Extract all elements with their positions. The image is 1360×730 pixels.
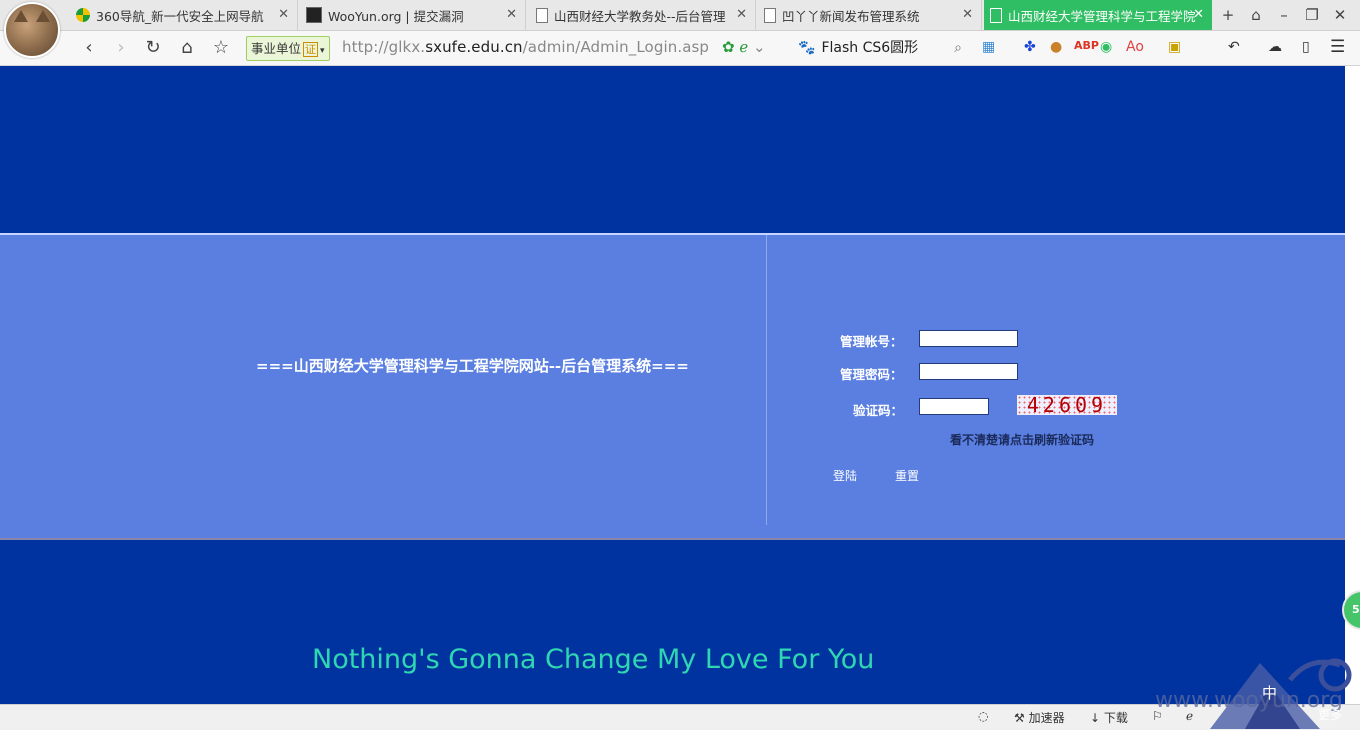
reload-icon[interactable]: ↻ [140,35,166,61]
compat-mode-icon[interactable]: ✿ ℯ ⌄ [722,38,766,56]
close-icon[interactable]: ✕ [962,7,973,22]
360-icon [76,8,90,22]
account-label: 管理帐号： [840,334,903,349]
url-host: sxufe.edu.cn [425,38,523,56]
reset-button[interactable]: 重置 [895,467,919,484]
tab-label: WooYun.org | 提交漏洞 [328,8,464,24]
captcha-label: 验证码： [853,403,904,418]
screenshot-icon[interactable]: ▣ [1168,39,1181,55]
apps-grid-icon[interactable]: ▦ [982,39,995,55]
login-band: ===山西财经大学管理科学与工程学院网站--后台管理系统=== 管理帐号： 管理… [0,233,1345,540]
forward-icon[interactable]: › [108,35,134,61]
close-window-icon[interactable]: ✕ [1326,6,1354,24]
download-label: 下载 [1103,711,1128,725]
badge-label: 事业单位 [251,41,302,56]
close-icon[interactable]: ✕ [1193,7,1204,22]
cookie-icon[interactable]: ● [1050,39,1062,55]
more-button[interactable]: 更多 [1318,706,1342,723]
document-icon [764,7,776,23]
menu-icon[interactable]: ☰ [1330,37,1345,57]
login-button[interactable]: 登陆 [833,467,857,484]
tab-label: 山西财经大学教务处--后台管理 [554,8,726,24]
document-icon [990,7,1002,23]
close-icon[interactable]: ✕ [736,7,747,22]
window-controls: + ⌂ – ❐ ✕ [1214,0,1354,30]
tab-360[interactable]: 360导航_新一代安全上网导航 ✕ [70,0,298,30]
wifi-icon[interactable]: ◉ [1100,39,1112,55]
new-tab-button[interactable]: + [1214,6,1242,24]
search-input[interactable]: 🐾 Flash CS6圆形 ⌕ [798,36,968,60]
vertical-divider [766,235,767,525]
baidu-paw-icon: 🐾 [798,40,816,56]
address-input[interactable]: http://glkx.sxufe.edu.cn/admin/Admin_Log… [342,38,709,56]
tab-wooyun[interactable]: WooYun.org | 提交漏洞 ✕ [300,0,526,30]
tab-news[interactable]: 凹丫丫新闻发布管理系统 ✕ [758,0,982,30]
password-input[interactable] [919,363,1018,380]
login-page: ===山西财经大学管理科学与工程学院网站--后台管理系统=== 管理帐号： 管理… [0,66,1345,704]
watermark-text: www.wooyun.org [1155,688,1343,713]
cert-mark: 证 [303,42,319,57]
url-prefix: http://glkx. [342,38,426,56]
search-icon[interactable]: ⌕ [954,36,962,60]
site-cert-badge[interactable]: 事业单位证 ▾ [246,36,330,61]
baidu-icon[interactable]: ✤ [1024,39,1036,55]
tab-jiaowu[interactable]: 山西财经大学教务处--后台管理 ✕ [530,0,756,30]
tab-label: 360导航_新一代安全上网导航 [96,8,264,24]
close-icon[interactable]: ✕ [506,7,517,22]
tab-label: 山西财经大学管理科学与工程学院 [1008,8,1196,24]
maximize-icon[interactable]: ❐ [1298,6,1326,24]
document-icon [536,7,548,23]
captcha-input[interactable] [919,398,989,415]
minimize-icon[interactable]: – [1270,6,1298,24]
password-label: 管理密码： [840,367,903,382]
system-title: ===山西财经大学管理科学与工程学院网站--后台管理系统=== [256,357,689,375]
adblock-icon[interactable]: ABP [1074,39,1099,52]
cloud-icon[interactable]: ☁ [1268,39,1282,55]
pdf-icon[interactable]: Ao [1126,39,1144,55]
accelerator-button[interactable]: ⚒ 加速器 [1014,709,1065,726]
back-icon[interactable]: ‹ [76,35,102,61]
tab-strip: 360导航_新一代安全上网导航 ✕ WooYun.org | 提交漏洞 ✕ 山西… [0,0,1360,58]
chevron-down-icon: ▾ [320,46,325,56]
tab-active-admin[interactable]: 山西财经大学管理科学与工程学院 ✕ [984,0,1212,30]
marquee-lyric: Nothing's Gonna Change My Love For You [312,644,875,675]
close-icon[interactable]: ✕ [278,7,289,22]
speedup-icon[interactable]: ◌ [978,709,988,723]
captcha-image[interactable]: 42609 [1017,395,1117,415]
url-path: /admin/Admin_Login.asp [522,38,710,56]
search-text: Flash CS6圆形 [821,40,919,56]
chevron-down-icon[interactable]: ⌄ [753,38,766,56]
account-input[interactable] [919,330,1018,347]
restore-tabs-icon[interactable]: ⌂ [1242,6,1270,24]
user-avatar[interactable] [4,2,60,58]
address-toolbar: ‹ › ↻ ⌂ ☆ 事业单位证 ▾ http://glkx.sxufe.edu.c… [0,31,1360,66]
home-icon[interactable]: ⌂ [174,35,200,61]
download-button[interactable]: ↓ 下载 [1090,709,1128,726]
accelerator-label: 加速器 [1028,711,1065,725]
star-icon[interactable]: ☆ [208,35,234,61]
mobile-icon[interactable]: ▯ [1302,39,1310,55]
wooyun-icon [306,7,322,23]
ime-indicator[interactable]: 中 [1262,682,1277,703]
tab-label: 凹丫丫新闻发布管理系统 [782,8,920,24]
refresh-captcha-link[interactable]: 看不清楚请点击刷新验证码 [950,431,1094,448]
undo-icon[interactable]: ↶ [1228,39,1240,55]
